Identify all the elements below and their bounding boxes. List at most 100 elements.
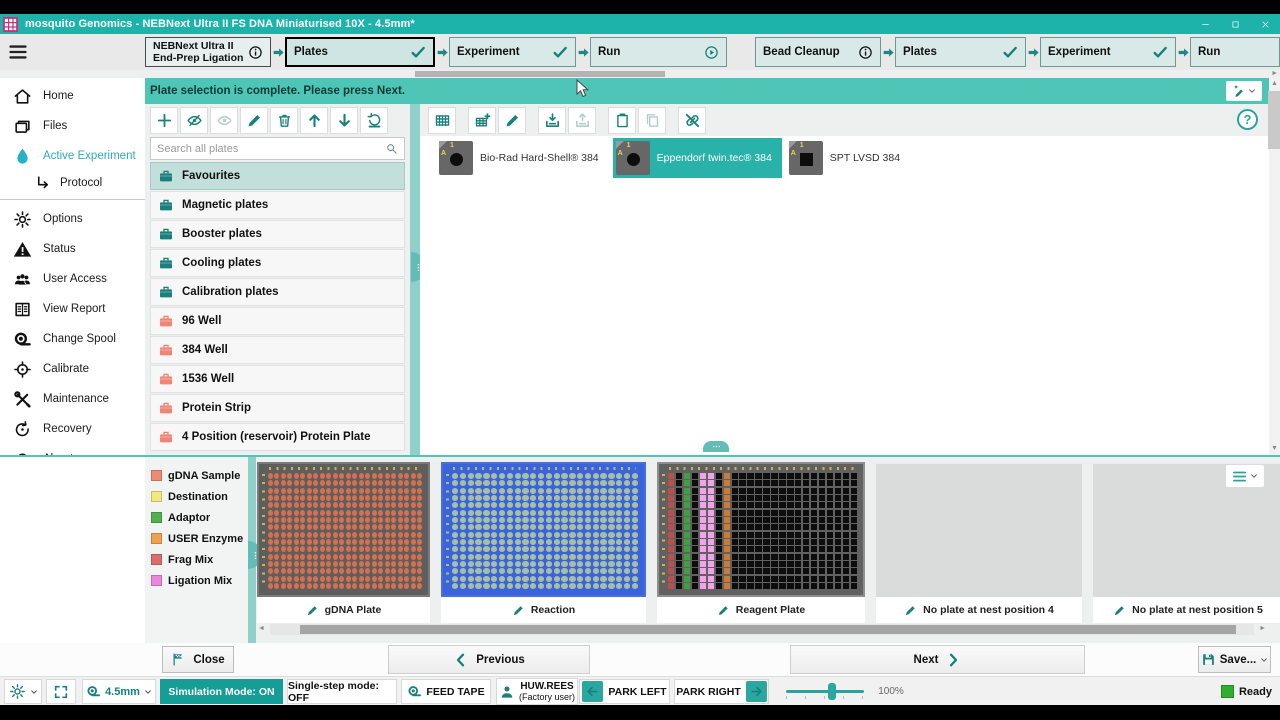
panel-divider[interactable]	[410, 104, 420, 455]
category-protein-strip[interactable]: Protein Strip	[150, 394, 405, 422]
scrollbar-thumb[interactable]	[300, 625, 1236, 634]
workflow-step-nebnext-ultra-ii-end-prep-ligation[interactable]: NEBNext Ultra IIEnd-Prep Ligation	[145, 37, 271, 67]
sidebar-item-view-report[interactable]: View Report	[0, 294, 145, 324]
park-left-button[interactable]: PARK LEFT	[579, 679, 670, 704]
category-calibration-plates[interactable]: Calibration plates	[150, 278, 405, 306]
sidebar-item-recovery[interactable]: Recovery	[0, 414, 145, 444]
horizontal-grip-handle[interactable]	[703, 441, 729, 452]
search-box[interactable]	[150, 137, 405, 160]
well-grid	[259, 464, 428, 595]
plate-type-eppendorf-twin-tec-384[interactable]: A1Eppendorf twin.tec® 384	[613, 138, 782, 178]
category-magnetic-plates[interactable]: Magnetic plates	[150, 191, 405, 219]
category-favourites[interactable]: Favourites	[150, 162, 405, 190]
park-right-button[interactable]: PARK RIGHT	[674, 679, 769, 704]
category-384-well[interactable]: 384 Well	[150, 336, 405, 364]
edit-pencil-icon	[717, 604, 730, 617]
plate-edit-unlink-button[interactable]	[678, 107, 706, 134]
single-step-mode-toggle[interactable]: Single-step mode: OFF	[287, 679, 397, 704]
slider-thumb[interactable]	[828, 683, 836, 700]
scroll-right-icon[interactable]: ►	[1271, 70, 1278, 78]
scrollbar-thumb[interactable]	[415, 71, 665, 77]
plate-visual-reaction[interactable]	[441, 462, 646, 597]
scroll-left-icon[interactable]: ◄	[258, 625, 265, 633]
sidebar-item-user-access[interactable]: User Access	[0, 264, 145, 294]
workflow-step-plates[interactable]: Plates	[895, 37, 1026, 67]
vertical-scrollbar[interactable]: ▲ ▼	[1269, 78, 1280, 455]
plate-edit-grid-button[interactable]	[428, 107, 456, 134]
scrollbar-thumb[interactable]	[1268, 91, 1280, 149]
scroll-right-icon[interactable]: ►	[1259, 625, 1266, 633]
plate-list-arrow-down-button[interactable]	[330, 107, 358, 134]
deck-scrollbar[interactable]: ◄ ►	[270, 624, 1254, 635]
close-button[interactable]: Close	[162, 646, 234, 673]
workflow-step-plates-selected[interactable]: Plates	[285, 37, 435, 67]
simulation-mode-toggle[interactable]: Simulation Mode: ON	[160, 679, 283, 704]
previous-button[interactable]: Previous	[388, 645, 590, 674]
category-label: 384 Well	[182, 344, 228, 356]
edit-wand-button[interactable]	[1226, 81, 1262, 101]
workflow-step-bead-cleanup[interactable]: Bead Cleanup	[755, 37, 881, 67]
category-label: Cooling plates	[182, 257, 261, 269]
user-button[interactable]: HUW.REES (Factory user)	[496, 678, 578, 705]
category-booster-plates[interactable]: Booster plates	[150, 220, 405, 248]
sidebar-item-change-spool[interactable]: Change Spool	[0, 324, 145, 354]
next-button[interactable]: Next	[790, 645, 1085, 674]
workflow-step-run[interactable]: Run	[1190, 37, 1280, 67]
sidebar-item-protocol[interactable]: Protocol	[0, 171, 145, 195]
plate-edit-pencil-button[interactable]	[498, 107, 526, 134]
deck-divider[interactable]	[248, 457, 256, 643]
tools-icon	[13, 390, 32, 409]
maximize-button[interactable]	[1220, 14, 1250, 34]
workflow-step-experiment[interactable]: Experiment	[1040, 37, 1176, 67]
category-4-position-reservoir-protein-plate[interactable]: 4 Position (reservoir) Protein Plate	[150, 423, 405, 451]
workflow-step-experiment[interactable]: Experiment	[449, 37, 576, 67]
sidebar-item-home[interactable]: Home	[0, 81, 145, 111]
hamburger-menu-icon[interactable]	[8, 42, 28, 62]
category-96-well[interactable]: 96 Well	[150, 307, 405, 335]
sidebar-item-files[interactable]: Files	[0, 111, 145, 141]
close-window-button[interactable]	[1250, 14, 1280, 34]
save-button[interactable]: Save...	[1198, 646, 1271, 673]
sidebar-item-active-experiment[interactable]: Active Experiment	[0, 141, 145, 171]
plate-category-icon	[158, 197, 174, 213]
plate-edit-clipboard-button[interactable]	[608, 107, 636, 134]
plate-edit-grid-plus-button[interactable]	[468, 107, 496, 134]
fullscreen-button[interactable]	[46, 679, 76, 704]
category-cooling-plates[interactable]: Cooling plates	[150, 249, 405, 277]
plate-visual-no-plate-at-nest-position-4[interactable]	[876, 464, 1082, 597]
workflow-scrollbar[interactable]: ►	[0, 70, 1280, 78]
legend-label: Adaptor	[168, 512, 210, 524]
plate-edit-download-button[interactable]	[538, 107, 566, 134]
plate-list-arrow-up-button[interactable]	[300, 107, 328, 134]
sidebar-item-calibrate[interactable]: Calibrate	[0, 354, 145, 384]
scroll-down-icon[interactable]: ▼	[1271, 445, 1278, 453]
plate-visual-gdna-plate[interactable]	[257, 462, 430, 597]
help-button[interactable]: ?	[1237, 109, 1258, 130]
zoom-slider[interactable]	[786, 690, 864, 693]
plate-category-icon	[158, 400, 174, 416]
category-1536-well[interactable]: 1536 Well	[150, 365, 405, 393]
column-labels	[453, 467, 636, 470]
feed-tape-button[interactable]: FEED TAPE	[401, 679, 491, 704]
deck-menu-button[interactable]	[1226, 465, 1264, 487]
plate-list-trash-button[interactable]	[270, 107, 298, 134]
plate-list-plus-button[interactable]	[150, 107, 178, 134]
plate-type-spt-lvsd-384[interactable]: A1SPT LVSD 384	[786, 138, 910, 178]
plate-category-list: FavouritesMagnetic platesBooster plates C…	[145, 162, 410, 455]
unlink-icon	[684, 112, 701, 129]
sidebar-item-status[interactable]: Status	[0, 234, 145, 264]
plate-list-eye-off-button[interactable]	[180, 107, 208, 134]
search-input[interactable]	[157, 143, 385, 155]
plate-list-reset-button[interactable]	[360, 107, 388, 134]
edit-pencil-icon	[512, 604, 525, 617]
plate-list-pencil-button[interactable]	[240, 107, 268, 134]
settings-menu-button[interactable]	[4, 679, 42, 704]
minimize-button[interactable]	[1190, 14, 1220, 34]
plate-type-bio-rad-hard-shell-384[interactable]: A1Bio-Rad Hard-Shell® 384	[436, 138, 609, 178]
plate-visual-reagent-plate[interactable]	[657, 462, 865, 597]
scroll-up-icon[interactable]: ▲	[1271, 80, 1278, 88]
workflow-step-run[interactable]: Run	[590, 37, 727, 67]
spool-size-select[interactable]: 4.5mm	[82, 679, 156, 704]
sidebar-item-maintenance[interactable]: Maintenance	[0, 384, 145, 414]
sidebar-item-options[interactable]: Options	[0, 204, 145, 234]
